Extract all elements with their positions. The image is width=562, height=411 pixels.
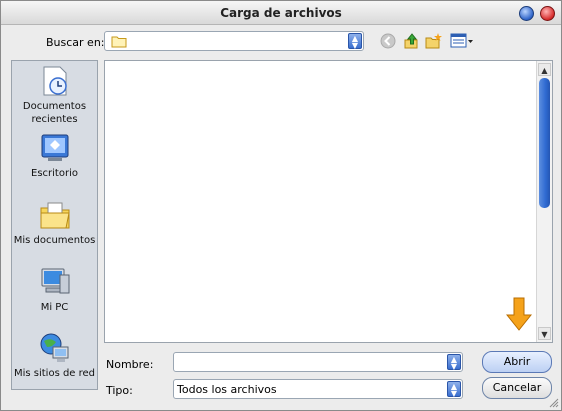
- window-title: Carga de archivos: [220, 6, 342, 20]
- recent-documents-icon: [43, 66, 67, 96]
- place-my-pc[interactable]: Mi PC: [12, 265, 97, 314]
- cancel-button[interactable]: Cancelar: [482, 377, 552, 399]
- place-label: Mis documentos: [13, 235, 96, 246]
- new-folder-icon[interactable]: [425, 32, 443, 50]
- place-label: Mis sitios de red: [13, 368, 96, 379]
- file-name-input[interactable]: ▲ ▼: [173, 352, 463, 372]
- file-upload-dialog: Carga de archivos Buscar en: ▲ ▼ Documen…: [0, 0, 562, 411]
- file-type-dropdown-button[interactable]: ▲ ▼: [447, 381, 461, 398]
- file-list[interactable]: ▲ ▼: [104, 60, 553, 343]
- back-icon[interactable]: [379, 32, 397, 50]
- file-name-label: Nombre:: [106, 358, 154, 371]
- file-type-label: Tipo:: [106, 384, 133, 397]
- views-menu-icon[interactable]: [449, 32, 475, 50]
- place-label: Documentos recientes: [22, 101, 87, 125]
- file-name-dropdown-button[interactable]: ▲ ▼: [447, 354, 461, 371]
- scroll-up-button[interactable]: ▲: [538, 63, 551, 76]
- file-type-select[interactable]: Todos los archivos ▲ ▼: [173, 379, 463, 399]
- places-bar: Documentos recientes Escritorio Mis docu…: [11, 60, 98, 390]
- my-computer-icon: [41, 268, 69, 294]
- place-label: Mi PC: [40, 302, 69, 313]
- network-places-icon: [40, 333, 68, 362]
- place-network[interactable]: Mis sitios de red: [12, 331, 97, 380]
- vertical-scrollbar[interactable]: ▲ ▼: [536, 61, 552, 342]
- place-label: Escritorio: [31, 168, 78, 179]
- desktop-icon: [41, 134, 68, 161]
- place-desktop[interactable]: Escritorio: [12, 131, 97, 180]
- close-button[interactable]: [540, 6, 555, 21]
- scroll-thumb[interactable]: [539, 78, 550, 208]
- look-in-dropdown-button[interactable]: ▲ ▼: [348, 33, 362, 50]
- resize-grip-icon[interactable]: [549, 398, 559, 408]
- look-in-dropdown[interactable]: ▲ ▼: [104, 31, 364, 51]
- place-my-documents[interactable]: Mis documentos: [12, 198, 97, 247]
- look-in-label: Buscar en:: [46, 36, 105, 49]
- title-bar[interactable]: Carga de archivos: [1, 1, 561, 25]
- help-button[interactable]: [519, 6, 534, 21]
- place-recent-documents[interactable]: Documentos recientes: [12, 64, 97, 126]
- file-type-value: Todos los archivos: [177, 383, 277, 396]
- scroll-down-button[interactable]: ▼: [538, 327, 551, 340]
- up-folder-icon[interactable]: [403, 32, 421, 50]
- down-arrow-icon: [506, 297, 532, 331]
- open-button[interactable]: Abrir: [482, 351, 552, 373]
- my-documents-icon: [40, 202, 70, 229]
- folder-icon: [111, 36, 127, 48]
